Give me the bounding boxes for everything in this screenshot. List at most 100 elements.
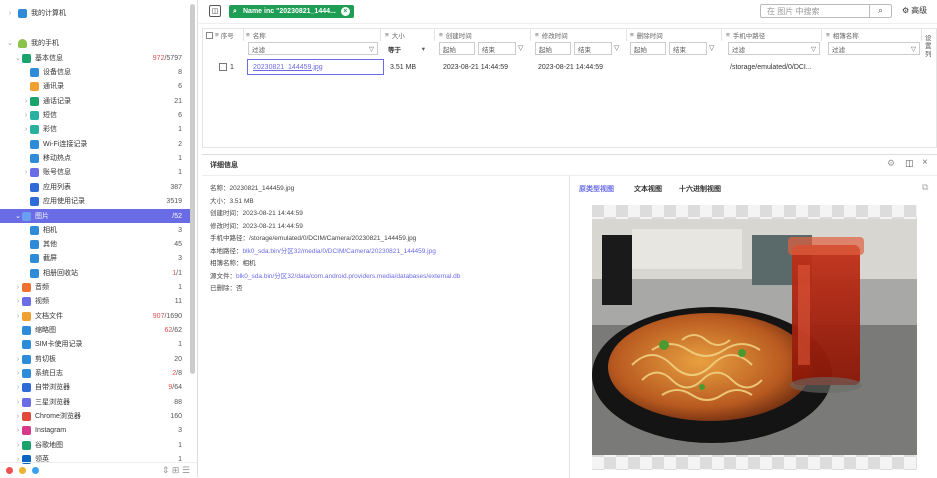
sidebar-item[interactable]: 相册回收站 1/1 [0, 266, 190, 280]
sidebar-item[interactable]: › 自带浏览器 9/64 [0, 380, 190, 394]
sidebar-item[interactable]: › 短信 6 [0, 108, 190, 122]
column-header-album[interactable]: ≡ 相簿名称 [826, 29, 922, 41]
column-header-size[interactable]: ≡ 大小 [385, 29, 435, 41]
panel-toggle-icon[interactable]: ◫ [209, 5, 221, 17]
sidebar-item-label: 视频 [35, 298, 49, 305]
split-view-icon[interactable]: ◫ [905, 158, 914, 169]
menu-icon: ≡ [630, 31, 634, 39]
chevron-right-icon[interactable]: › [22, 98, 30, 105]
select-all-checkbox[interactable] [206, 31, 213, 39]
tab-text-view[interactable]: 文本视图 [634, 184, 662, 194]
chevron-right-icon[interactable]: › [14, 413, 22, 420]
chevron-right-icon[interactable]: › [14, 298, 22, 305]
chevron-right-icon[interactable]: › [14, 399, 22, 406]
column-header-deleted[interactable]: ≡ 删除时间 [630, 29, 722, 41]
created-end-input[interactable]: 结束 [478, 42, 516, 55]
sidebar-item[interactable]: 通讯录 6 [0, 79, 190, 93]
sidebar-item[interactable]: 移动热点 1 [0, 151, 190, 165]
name-filter-input[interactable]: 过滤 ▽ [248, 42, 378, 55]
image-preview[interactable] [592, 205, 917, 470]
open-external-icon[interactable]: ⧉ [922, 182, 928, 193]
sidebar-item[interactable]: › 文档文件 907/1690 [0, 309, 190, 323]
chevron-right-icon[interactable]: › [22, 112, 30, 119]
column-header-created[interactable]: ≡ 创建时间 [439, 29, 531, 41]
sidebar-item[interactable]: 其他 45 [0, 237, 190, 251]
sidebar-item[interactable]: 应用列表 387 [0, 180, 190, 194]
path-filter-input[interactable]: 过滤 ▽ [728, 42, 820, 55]
sidebar-item[interactable]: 缩略图 62/62 [0, 323, 190, 337]
sidebar-item[interactable]: › 彩信 1 [0, 122, 190, 136]
tab-hex-view[interactable]: 十六进制视图 [679, 184, 721, 194]
column-header-name[interactable]: ≡ 名称 [246, 29, 381, 41]
column-header-modified[interactable]: ≡ 修改时间 [535, 29, 627, 41]
tab-native-view[interactable]: 原类型视图 [579, 184, 614, 194]
chevron-down-icon[interactable]: ⌄ [14, 212, 22, 220]
close-icon[interactable]: × [340, 7, 350, 16]
chevron-down-icon[interactable]: ⌄ [14, 54, 22, 62]
chevron-right-icon[interactable]: › [22, 126, 30, 133]
deleted-end-input[interactable]: 结束 [669, 42, 707, 55]
column-settings-button[interactable]: 设置列 [925, 35, 933, 59]
column-header-phone-path[interactable]: ≡ 手机中路径 [726, 29, 822, 41]
chevron-right-icon[interactable]: › [14, 284, 22, 291]
created-start-input[interactable]: 起始 [439, 42, 475, 55]
funnel-icon[interactable]: ▽ [614, 44, 619, 52]
advanced-search-button[interactable]: ⚙ 高级 [902, 5, 927, 16]
funnel-icon[interactable]: ▽ [811, 45, 816, 53]
sidebar-item[interactable]: ⌄ 基本信息 972/5797 [0, 51, 190, 65]
funnel-icon[interactable]: ▽ [518, 44, 523, 52]
sidebar-item[interactable]: › 谷歌地图 1 [0, 438, 190, 452]
modified-start-input[interactable]: 起始 [535, 42, 571, 55]
chevron-right-icon[interactable]: › [14, 442, 22, 449]
chevron-right-icon[interactable]: › [14, 370, 22, 377]
property-value: /storage/emulated/0/DCIM/Camera/20230821… [249, 235, 417, 242]
tree-item-my-phone[interactable]: ⌄ 我的手机 [0, 36, 190, 50]
deleted-start-input[interactable]: 起始 [630, 42, 666, 55]
sidebar-item[interactable]: › 三星浏览器 88 [0, 395, 190, 409]
chevron-right-icon[interactable]: › [22, 169, 30, 176]
row-index[interactable]: 1 [219, 59, 243, 75]
sidebar-item[interactable]: › 音频 1 [0, 280, 190, 294]
search-icon[interactable]: ⌕ [869, 5, 891, 17]
chevron-right-icon[interactable]: › [14, 427, 22, 434]
tree-item-my-computer[interactable]: › 我的计算机 [0, 6, 190, 20]
sidebar-item[interactable]: › 系统日志 2/8 [0, 366, 190, 380]
chevron-right-icon[interactable]: › [6, 10, 14, 17]
size-operator-select[interactable]: 等于 ▾ [385, 42, 425, 55]
column-header-index[interactable]: ≡ 序号 [206, 29, 244, 41]
sidebar-item[interactable]: › Instagram 3 [0, 423, 190, 437]
close-icon[interactable]: × [922, 157, 928, 168]
search-input[interactable]: 在 图片 中搜索 ⌕ [760, 4, 892, 18]
sidebar-item[interactable]: 相机 3 [0, 223, 190, 237]
funnel-icon[interactable]: ▽ [369, 45, 374, 53]
row-name-cell[interactable]: 20230821_144459.jpg [247, 59, 384, 75]
sidebar-item[interactable]: › 剪切板 20 [0, 352, 190, 366]
filter-tag[interactable]: ⌕ Name inc "20230821_1444... × [229, 5, 354, 18]
funnel-icon[interactable]: ▽ [709, 44, 714, 52]
sidebar-item[interactable]: › 账号信息 1 [0, 165, 190, 179]
sidebar-item[interactable]: › 通话记录 21 [0, 94, 190, 108]
funnel-icon[interactable]: ▽ [911, 45, 916, 53]
sidebar-item[interactable]: 设备信息 8 [0, 65, 190, 79]
modified-end-input[interactable]: 结束 [574, 42, 612, 55]
chevron-down-icon[interactable]: ⌄ [6, 39, 14, 47]
sidebar-scrollbar[interactable] [190, 4, 195, 374]
sidebar-item[interactable]: SIM卡使用记录 1 [0, 337, 190, 351]
total-count: /1690 [164, 312, 182, 320]
sidebar-item[interactable]: ⌄ 图片/52 [0, 209, 190, 223]
sidebar-tools-icon[interactable]: ⇕ ⊞ ☰ [162, 465, 190, 476]
chevron-right-icon[interactable]: › [14, 384, 22, 391]
sidebar-item[interactable]: 截屏 3 [0, 251, 190, 265]
sidebar-item[interactable]: › Chrome浏览器 160 [0, 409, 190, 423]
row-checkbox[interactable] [219, 63, 227, 71]
sidebar-item[interactable]: 应用使用记录 3519 [0, 194, 190, 208]
chevron-right-icon[interactable]: › [14, 313, 22, 320]
chevron-right-icon[interactable]: › [14, 356, 22, 363]
gear-icon[interactable]: ⚙ [887, 158, 895, 169]
property-link[interactable]: blk0_sda.bin/分区32/data/com.android.provi… [236, 273, 460, 280]
sidebar-item[interactable]: Wi-Fi连接记录 2 [0, 137, 190, 151]
property-link[interactable]: blk0_sda.bin/分区32/media/0/DCIM/Camera/20… [243, 248, 436, 255]
row-name-link[interactable]: 20230821_144459.jpg [253, 64, 323, 71]
album-filter-input[interactable]: 过滤 ▽ [828, 42, 920, 55]
sidebar-item[interactable]: › 视频 11 [0, 294, 190, 308]
